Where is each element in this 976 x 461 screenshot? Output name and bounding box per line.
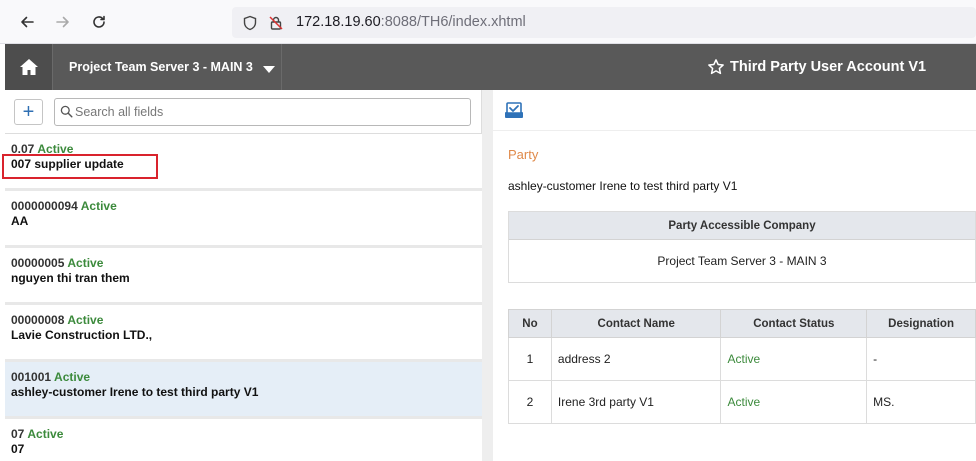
search-box[interactable] <box>54 98 471 126</box>
page-title: Third Party User Account V1 <box>707 44 926 90</box>
item-code: 07 <box>11 427 25 441</box>
url-path: :8088/TH6/index.xhtml <box>380 14 526 30</box>
arrow-right-icon <box>56 16 69 28</box>
item-code: 0000000094 <box>11 199 78 213</box>
address-bar[interactable]: 172.18.19.60:8088/TH6/index.xhtml <box>232 7 976 38</box>
column-header[interactable]: No <box>508 309 552 338</box>
contact-name: address 2 <box>550 337 722 381</box>
item-status: Active <box>54 370 91 384</box>
insecure-lock-icon <box>269 16 283 30</box>
back-button[interactable] <box>14 9 40 35</box>
party-name: ashley-customer Irene to test third part… <box>508 179 738 193</box>
contact-status: Active <box>720 380 868 424</box>
add-button[interactable]: + <box>14 99 43 125</box>
list-item[interactable]: 07 Active 07 <box>5 419 482 461</box>
arrow-left-icon <box>21 16 34 28</box>
detail-panel: Party ashley-customer Irene to test thir… <box>493 90 976 461</box>
item-name: ashley-customer Irene to test third part… <box>11 385 259 399</box>
item-status: Active <box>80 199 117 213</box>
contact-table-header-row: No Contact Name Contact Status Designati… <box>508 309 976 338</box>
contact-name: Irene 3rd party V1 <box>550 380 722 424</box>
url-text: 172.18.19.60:8088/TH6/index.xhtml <box>296 14 526 30</box>
item-name: AA <box>11 214 29 228</box>
company-selector-label: Project Team Server 3 - MAIN 3 <box>69 60 253 74</box>
list-item[interactable]: 0.07 Active 007 supplier update <box>2 134 482 191</box>
table-row[interactable]: 2 Irene 3rd party V1 Active MS. <box>508 380 976 424</box>
item-status: Active <box>27 427 64 441</box>
star-icon[interactable] <box>707 58 725 76</box>
item-status: Active <box>67 256 104 270</box>
list-toolbar: + <box>5 90 482 134</box>
reload-icon <box>93 15 105 28</box>
item-code: 00000005 <box>11 256 65 270</box>
item-name: Lavie Construction LTD., <box>11 328 153 342</box>
company-selector[interactable]: Project Team Server 3 - MAIN 3 <box>54 44 282 90</box>
detail-toolbar <box>493 90 976 130</box>
accessible-company-value: Project Team Server 3 - MAIN 3 <box>657 254 827 268</box>
highlight-annotation <box>2 154 158 179</box>
reload-button[interactable] <box>86 9 112 35</box>
item-name: 07 <box>11 442 25 456</box>
shield-icon <box>243 15 257 31</box>
item-code: 00000008 <box>11 313 65 327</box>
list-item[interactable]: 0000000094 Active AA <box>5 191 482 248</box>
contact-status: Active <box>720 337 868 381</box>
home-icon <box>19 59 38 75</box>
list-item[interactable]: 00000008 Active Lavie Construction LTD., <box>5 305 482 362</box>
contact-designation: - <box>866 337 976 381</box>
accessible-company-header: Party Accessible Company <box>509 212 975 240</box>
item-status: Active <box>67 313 104 327</box>
contact-no: 1 <box>508 337 552 381</box>
column-header[interactable]: Contact Name <box>550 309 722 338</box>
url-host: 172.18.19.60 <box>296 14 381 30</box>
search-icon <box>60 105 73 118</box>
list-item-selected[interactable]: 001001 Active ashley-customer Irene to te… <box>5 362 482 419</box>
page-title-text: Third Party User Account V1 <box>730 59 927 75</box>
list-item[interactable]: 00000005 Active nguyen thi tran them <box>5 248 482 305</box>
contact-table: No Contact Name Contact Status Designati… <box>508 309 976 424</box>
column-header[interactable]: Designation <box>866 309 976 338</box>
column-header[interactable]: Contact Status <box>720 309 868 338</box>
item-name: nguyen thi tran them <box>11 271 130 285</box>
forward-button[interactable] <box>50 9 76 35</box>
party-section-title: Party <box>508 147 539 162</box>
accessible-company-table: Party Accessible Company Project Team Se… <box>508 211 976 283</box>
record-list: 0.07 Active 007 supplier update 000000009… <box>2 134 482 461</box>
app-header: Project Team Server 3 - MAIN 3 Third Par… <box>5 44 976 90</box>
panel-splitter[interactable] <box>482 90 493 461</box>
save-check-icon[interactable] <box>504 101 524 119</box>
table-row[interactable]: 1 address 2 Active - <box>508 337 976 381</box>
record-list-panel: + 0.07Active 007 supplier update 0000000… <box>2 90 482 461</box>
item-code: 001001 <box>11 370 52 384</box>
contact-designation: MS. <box>866 380 976 424</box>
contact-no: 2 <box>508 380 552 424</box>
browser-toolbar: 172.18.19.60:8088/TH6/index.xhtml <box>0 0 976 44</box>
party-section: Party ashley-customer Irene to test thir… <box>493 130 976 461</box>
home-button[interactable] <box>5 44 53 90</box>
caret-down-icon <box>262 65 275 73</box>
search-input[interactable] <box>75 102 465 122</box>
